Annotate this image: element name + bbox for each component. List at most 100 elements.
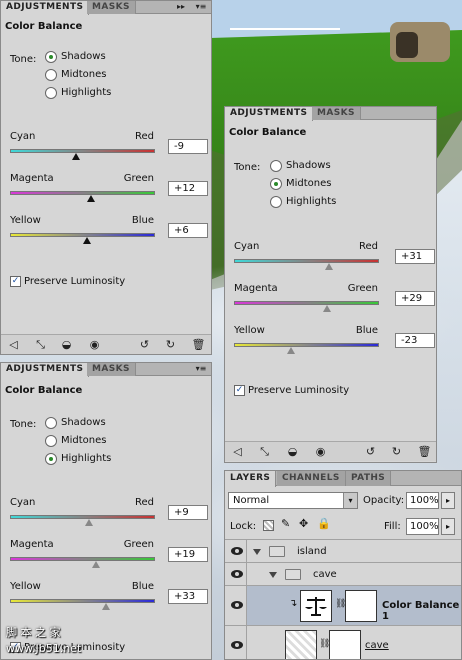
visibility-cell[interactable] bbox=[225, 626, 247, 659]
eye-icon[interactable]: ◉ bbox=[313, 445, 328, 459]
slider-right-label: Blue bbox=[131, 581, 154, 592]
expand-view-icon[interactable]: ⤡ bbox=[257, 445, 272, 459]
previous-state-icon[interactable]: ↺ bbox=[137, 338, 152, 352]
expand-triangle-icon[interactable] bbox=[253, 549, 261, 555]
panel-menu-icon[interactable]: ▾≡ bbox=[193, 1, 209, 13]
radio-midtones[interactable]: Midtones bbox=[270, 177, 332, 191]
adjustments-panel-midtones: ADJUSTMENTS MASKS Color Balance Tone: Sh… bbox=[224, 106, 437, 463]
value-field[interactable]: -23 bbox=[395, 333, 435, 348]
tab-channels[interactable]: CHANNELS bbox=[277, 471, 346, 486]
layer-row-cave-group[interactable]: cave bbox=[225, 562, 461, 585]
lock-transparent-icon[interactable] bbox=[263, 520, 274, 531]
yellow-blue-gradient[interactable] bbox=[10, 599, 155, 603]
visibility-cell[interactable] bbox=[225, 540, 247, 562]
adjustment-balance-icon bbox=[300, 590, 332, 622]
visibility-cell[interactable] bbox=[225, 586, 247, 625]
opacity-arrow-icon[interactable]: ▸ bbox=[441, 492, 455, 509]
preserve-luminosity-checkbox[interactable]: ✓ Preserve Luminosity bbox=[234, 384, 349, 397]
trash-icon[interactable]: 🗑 bbox=[417, 445, 432, 459]
visibility-cell[interactable] bbox=[225, 563, 247, 585]
tab-adjustments[interactable]: ADJUSTMENTS bbox=[1, 1, 90, 15]
reset-icon[interactable]: ↻ bbox=[163, 338, 178, 352]
tab-layers[interactable]: LAYERS bbox=[225, 471, 277, 487]
back-arrow-icon[interactable]: ◁ bbox=[230, 445, 245, 459]
checkbox-label: Preserve Luminosity bbox=[248, 385, 350, 396]
slider-left-label: Cyan bbox=[10, 497, 36, 508]
fill-arrow-icon[interactable]: ▸ bbox=[441, 518, 455, 535]
layer-row-cave[interactable]: ⛓ cave bbox=[225, 625, 461, 659]
magenta-green-gradient[interactable] bbox=[234, 301, 379, 305]
slider-thumb[interactable] bbox=[287, 347, 295, 354]
layer-mask-thumbnail[interactable] bbox=[329, 630, 361, 659]
tab-adjustments[interactable]: ADJUSTMENTS bbox=[1, 363, 90, 377]
clip-layer-icon[interactable]: ◒ bbox=[59, 338, 74, 352]
radio-label: Shadows bbox=[286, 160, 331, 171]
yellow-blue-gradient[interactable] bbox=[234, 343, 379, 347]
previous-state-icon[interactable]: ↺ bbox=[363, 445, 378, 459]
radio-highlights[interactable]: Highlights bbox=[45, 452, 111, 466]
magenta-green-gradient[interactable] bbox=[10, 557, 155, 561]
value-field[interactable]: +9 bbox=[168, 505, 208, 520]
tab-masks[interactable]: MASKS bbox=[87, 363, 136, 376]
cyan-red-gradient[interactable] bbox=[234, 259, 379, 263]
radio-shadows[interactable]: Shadows bbox=[45, 416, 106, 430]
radio-shadows[interactable]: Shadows bbox=[45, 50, 106, 64]
value-field[interactable]: -9 bbox=[168, 139, 208, 154]
radio-highlights[interactable]: Highlights bbox=[270, 195, 336, 209]
slider-thumb[interactable] bbox=[92, 561, 100, 568]
checkbox-label: Preserve Luminosity bbox=[24, 276, 126, 287]
blend-mode-value: Normal bbox=[233, 495, 270, 506]
value-field[interactable]: +33 bbox=[168, 589, 208, 604]
preserve-luminosity-checkbox[interactable]: ✓ Preserve Luminosity bbox=[10, 275, 125, 288]
collapse-icon[interactable]: ▸▸ bbox=[173, 1, 189, 13]
radio-label: Highlights bbox=[61, 87, 112, 98]
slider-thumb[interactable] bbox=[87, 195, 95, 202]
tab-masks[interactable]: MASKS bbox=[87, 1, 136, 14]
fill-field[interactable]: 100% bbox=[406, 518, 439, 535]
value-field[interactable]: +12 bbox=[168, 181, 208, 196]
lock-position-icon[interactable]: ✥ bbox=[299, 517, 308, 530]
radio-highlights[interactable]: Highlights bbox=[45, 86, 111, 100]
slider-left-label: Yellow bbox=[10, 581, 41, 592]
back-arrow-icon[interactable]: ◁ bbox=[6, 338, 21, 352]
trash-icon[interactable]: 🗑 bbox=[191, 338, 206, 352]
lock-all-icon[interactable]: 🔒 bbox=[317, 517, 331, 530]
radio-circle bbox=[45, 435, 57, 447]
slider-thumb[interactable] bbox=[85, 519, 93, 526]
chevron-down-icon: ▾ bbox=[343, 493, 357, 508]
layer-thumbnail bbox=[285, 630, 317, 659]
magenta-green-gradient[interactable] bbox=[10, 191, 155, 195]
panel-tab-bar: ADJUSTMENTS MASKS ▸▸ ▾≡ bbox=[1, 1, 211, 15]
slider-thumb[interactable] bbox=[102, 603, 110, 610]
eye-icon[interactable]: ◉ bbox=[87, 338, 102, 352]
slider-thumb[interactable] bbox=[323, 305, 331, 312]
blend-mode-select[interactable]: Normal ▾ bbox=[228, 492, 358, 509]
clip-layer-icon[interactable]: ◒ bbox=[285, 445, 300, 459]
radio-midtones[interactable]: Midtones bbox=[45, 434, 107, 448]
layer-row-island[interactable]: island bbox=[225, 539, 461, 562]
opacity-field[interactable]: 100% bbox=[406, 492, 439, 509]
layer-mask-thumbnail[interactable] bbox=[345, 590, 377, 622]
reset-icon[interactable]: ↻ bbox=[389, 445, 404, 459]
expand-triangle-icon[interactable] bbox=[269, 572, 277, 578]
radio-label: Highlights bbox=[61, 453, 112, 464]
lock-image-icon[interactable]: ✎ bbox=[281, 517, 290, 530]
tab-paths[interactable]: PATHS bbox=[346, 471, 392, 486]
cyan-red-gradient[interactable] bbox=[10, 149, 155, 153]
tab-adjustments[interactable]: ADJUSTMENTS bbox=[225, 107, 314, 121]
radio-midtones[interactable]: Midtones bbox=[45, 68, 107, 82]
folder-icon bbox=[269, 546, 285, 557]
radio-shadows[interactable]: Shadows bbox=[270, 159, 331, 173]
tab-masks[interactable]: MASKS bbox=[312, 107, 361, 120]
value-field[interactable]: +6 bbox=[168, 223, 208, 238]
slider-thumb[interactable] bbox=[325, 263, 333, 270]
value-field[interactable]: +31 bbox=[395, 249, 435, 264]
value-field[interactable]: +19 bbox=[168, 547, 208, 562]
panel-menu-icon[interactable]: ▾≡ bbox=[193, 363, 209, 375]
layer-row-color-balance[interactable]: ↴ ⛓ Color Balance 1 bbox=[225, 585, 461, 625]
slider-thumb[interactable] bbox=[83, 237, 91, 244]
value-field[interactable]: +29 bbox=[395, 291, 435, 306]
cyan-red-gradient[interactable] bbox=[10, 515, 155, 519]
expand-view-icon[interactable]: ⤡ bbox=[33, 338, 48, 352]
slider-thumb[interactable] bbox=[72, 153, 80, 160]
